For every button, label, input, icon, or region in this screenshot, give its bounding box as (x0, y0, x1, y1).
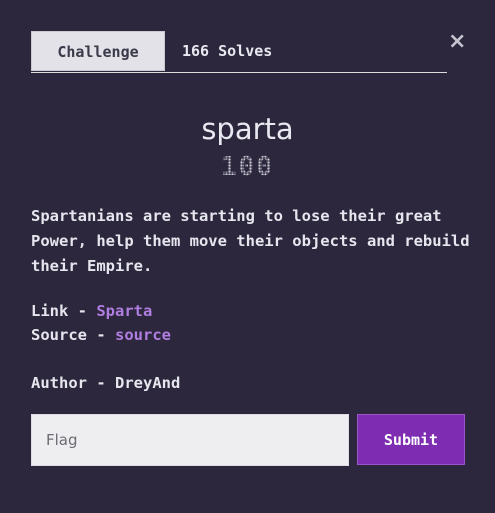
author-label: Author - (31, 374, 115, 392)
challenge-description: Spartanians are starting to lose their g… (31, 207, 470, 275)
source-row: Source - source (31, 326, 171, 344)
source-link[interactable]: source (115, 326, 171, 344)
link-label: Link - (31, 302, 97, 320)
challenge-tabs: Challenge 166 Solves (31, 31, 447, 73)
challenge-points: 100 (0, 152, 495, 182)
challenge-title: sparta (201, 112, 294, 146)
author-row: Author - DreyAnd (31, 374, 180, 392)
link-row: Link - Sparta (31, 302, 152, 320)
flag-input[interactable] (31, 414, 349, 466)
tab-solves[interactable]: 166 Solves (182, 31, 272, 71)
submit-button[interactable]: Submit (357, 414, 465, 465)
tab-challenge[interactable]: Challenge (31, 31, 165, 71)
author-name: DreyAnd (115, 374, 181, 392)
source-label: Source - (31, 326, 115, 344)
sparta-link[interactable]: Sparta (96, 302, 152, 320)
close-icon[interactable]: × (448, 30, 466, 54)
